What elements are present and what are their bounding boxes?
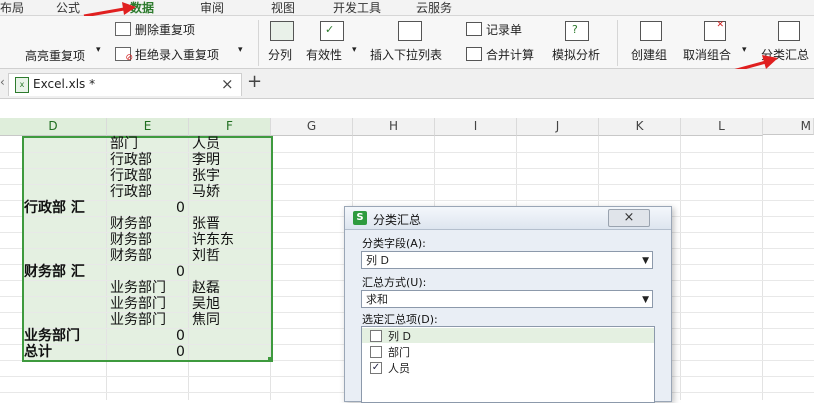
tab-scroll-left-icon[interactable]: ‹ (0, 75, 5, 89)
tab-file-name: Excel.xls * (33, 77, 96, 91)
checkbox-column-d[interactable] (370, 330, 382, 342)
document-tab-bar: ‹ x Excel.xls * × + (0, 69, 814, 99)
cell-d9: 财务部 汇 (24, 264, 85, 280)
menu-cloud[interactable]: 云服务 (416, 0, 452, 16)
chevron-down-icon: ▼ (642, 295, 649, 305)
summary-method-label: 汇总方式(U): (362, 276, 427, 289)
list-item-department[interactable]: 部门 (388, 344, 410, 360)
record-form-icon (466, 22, 482, 36)
insert-dropdown-icon (398, 21, 422, 41)
fill-handle[interactable] (268, 357, 273, 362)
cell-f11: 吴旭 (192, 296, 220, 312)
summary-method-value: 求和 (366, 293, 388, 306)
close-icon[interactable]: × (221, 75, 234, 93)
dialog-title: 分类汇总 (373, 213, 422, 227)
column-header-e[interactable]: E (107, 118, 189, 136)
group-field-select[interactable]: 列 D ▼ (361, 251, 653, 269)
checkbox-department[interactable] (370, 346, 382, 358)
delete-duplicates-icon (115, 22, 131, 36)
menu-review[interactable]: 审阅 (200, 0, 224, 16)
column-header-g[interactable]: G (271, 118, 353, 136)
split-column-button[interactable]: 分列 (268, 46, 292, 63)
cell-f6: 张晋 (192, 216, 220, 232)
summary-method-select[interactable]: 求和 ▼ (361, 290, 653, 308)
ribbon-toolbar: 删除重复项 高亮重复项 ▾ ⊘ 拒绝录入重复项 ▾ 分列 ✓ 有效性 ▾ 插入下… (0, 16, 814, 69)
highlight-duplicates-button[interactable]: 高亮重复项 (25, 47, 85, 64)
reject-duplicates-button[interactable]: 拒绝录入重复项 (135, 46, 219, 63)
cell-e13: 0 (176, 328, 185, 344)
cell-f2: 李明 (192, 152, 220, 168)
create-group-icon (640, 21, 662, 41)
cell-e4: 行政部 (110, 184, 152, 200)
cell-f1: 人员 (192, 136, 220, 152)
cell-e8: 财务部 (110, 248, 152, 264)
column-header-j[interactable]: J (517, 118, 599, 136)
close-icon[interactable]: × (608, 209, 650, 227)
record-form-button[interactable]: 记录单 (486, 21, 522, 38)
cell-f7: 许东东 (192, 232, 234, 248)
cell-e6: 财务部 (110, 216, 152, 232)
subtotal-icon (778, 21, 800, 41)
cell-d13: 业务部门 (24, 328, 80, 344)
column-header-h[interactable]: H (353, 118, 435, 136)
cell-e12: 业务部门 (110, 312, 166, 328)
list-item-column-d[interactable]: 列 D (388, 328, 411, 344)
column-header-m[interactable]: M (763, 118, 814, 135)
group-field-value: 列 D (366, 254, 389, 267)
cell-d5: 行政部 汇 (24, 200, 85, 216)
cell-d14: 总计 (24, 344, 52, 360)
subtotal-items-list[interactable]: 列 D 部门 ✓ 人员 (361, 326, 655, 403)
consolidate-icon (466, 47, 482, 61)
what-if-analysis-icon: ? (565, 21, 589, 41)
cell-e2: 行政部 (110, 152, 152, 168)
cell-f12: 焦同 (192, 312, 220, 328)
cell-e9: 0 (176, 264, 185, 280)
consolidate-button[interactable]: 合并计算 (486, 46, 534, 63)
cell-e14: 0 (176, 344, 185, 360)
spreadsheet-icon: x (15, 77, 29, 93)
subtotal-dialog: S 分类汇总 × 分类字段(A): 列 D ▼ 汇总方式(U): 求和 ▼ 选定… (344, 206, 672, 403)
cell-f8: 刘哲 (192, 248, 220, 264)
cell-e7: 财务部 (110, 232, 152, 248)
menu-developer[interactable]: 开发工具 (333, 0, 381, 16)
validity-button[interactable]: 有效性 (306, 46, 342, 63)
checkbox-person[interactable]: ✓ (370, 362, 382, 374)
cell-e5: 0 (176, 200, 185, 216)
menu-view[interactable]: 视图 (271, 0, 295, 16)
cell-f3: 张宇 (192, 168, 220, 184)
cell-e1: 部门 (110, 136, 138, 152)
cell-e10: 业务部门 (110, 280, 166, 296)
what-if-analysis-button[interactable]: 模拟分析 (552, 46, 600, 63)
column-header-d[interactable]: D (0, 118, 107, 136)
menu-formula[interactable]: 公式 (56, 0, 80, 16)
subtotal-items-label: 选定汇总项(D): (362, 313, 438, 326)
menu-layout[interactable]: 布局 (0, 0, 24, 16)
chevron-down-icon[interactable]: ▾ (96, 45, 101, 55)
list-item-person[interactable]: 人员 (388, 360, 410, 376)
delete-duplicates-button[interactable]: 删除重复项 (135, 21, 195, 38)
column-header-l[interactable]: L (681, 118, 763, 136)
tab-excel-file[interactable]: x Excel.xls * × (8, 73, 242, 96)
app-logo-icon: S (353, 211, 367, 225)
column-header-k[interactable]: K (599, 118, 681, 136)
split-column-icon (270, 21, 294, 41)
create-group-button[interactable]: 创建组 (631, 46, 667, 63)
chevron-down-icon[interactable]: ▾ (352, 45, 357, 55)
chevron-down-icon[interactable]: ▾ (238, 45, 243, 55)
cell-e11: 业务部门 (110, 296, 166, 312)
cell-f4: 马娇 (192, 184, 220, 200)
cell-e3: 行政部 (110, 168, 152, 184)
ungroup-icon: ✕ (704, 20, 726, 41)
validity-icon: ✓ (320, 21, 344, 41)
chevron-down-icon: ▼ (642, 256, 649, 266)
reject-duplicates-icon: ⊘ (115, 47, 133, 63)
add-tab-button[interactable]: + (247, 71, 262, 92)
insert-dropdown-list-button[interactable]: 插入下拉列表 (370, 46, 442, 63)
column-header-i[interactable]: I (435, 118, 517, 136)
cell-f10: 赵磊 (192, 280, 220, 296)
column-header-f[interactable]: F (189, 118, 271, 136)
group-field-label: 分类字段(A): (362, 237, 426, 250)
